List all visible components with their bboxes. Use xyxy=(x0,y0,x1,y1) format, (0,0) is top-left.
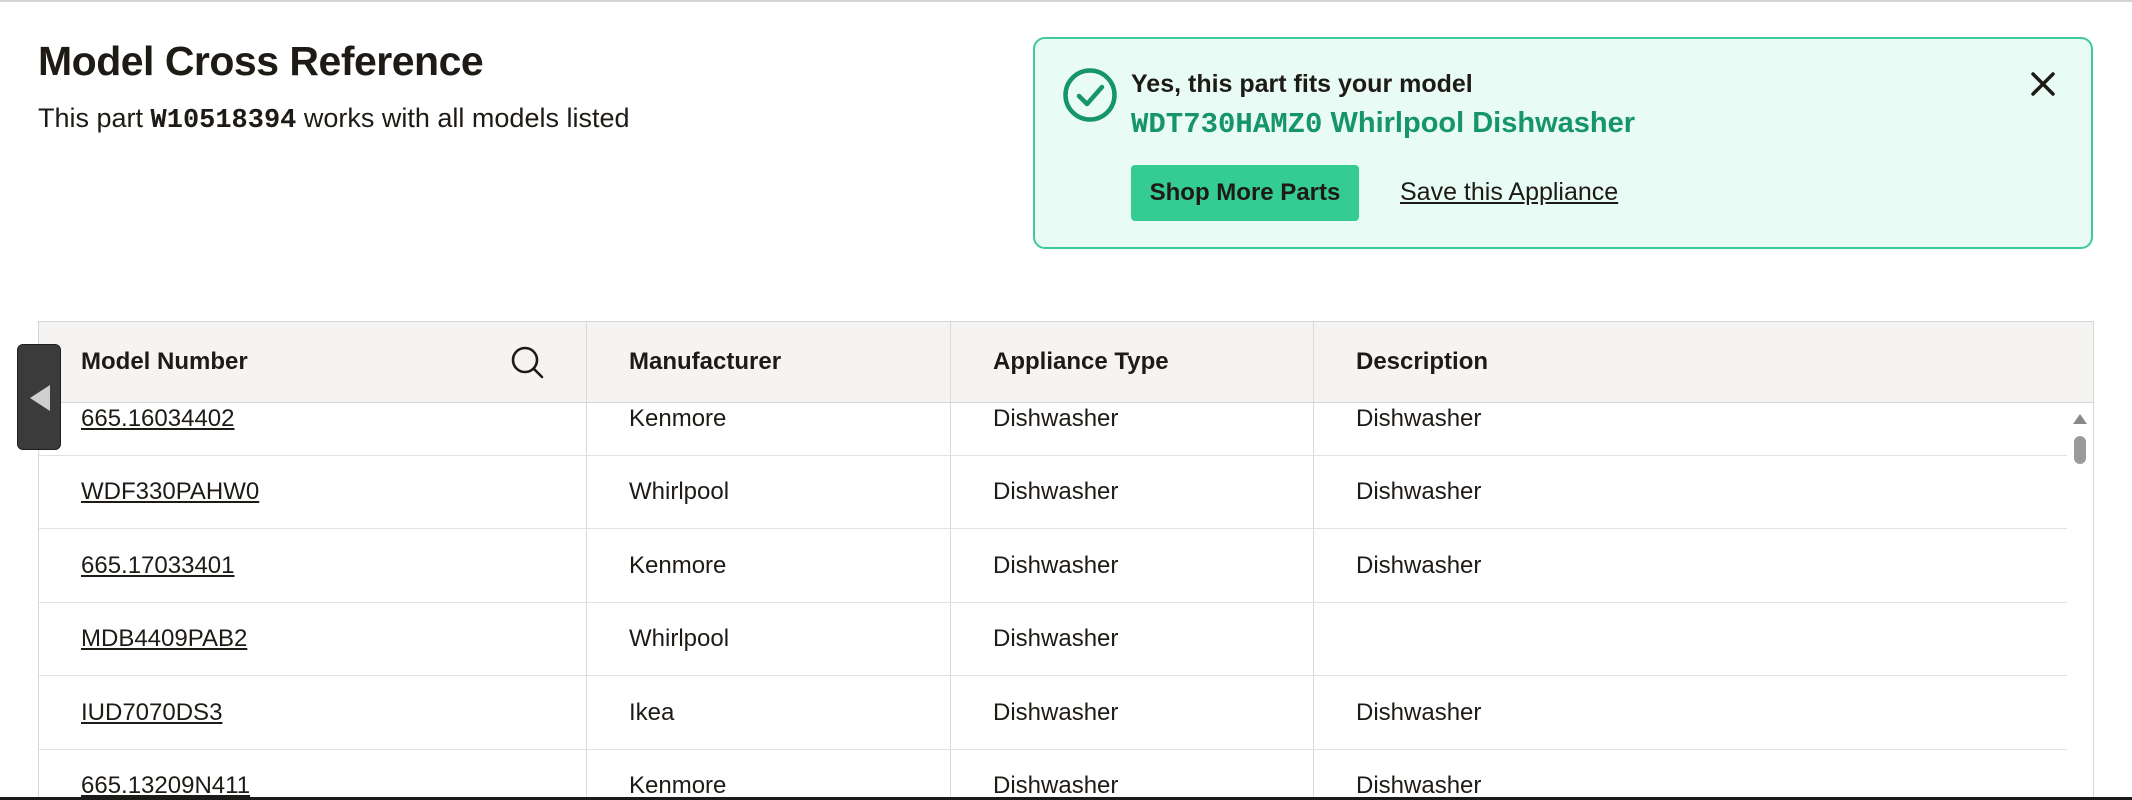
model-number-link[interactable]: 665.16034402 xyxy=(81,382,235,455)
appliance-type-cell: Dishwasher xyxy=(993,772,1119,799)
page-title: Model Cross Reference xyxy=(38,38,484,84)
model-number-link[interactable]: WDF330PAHW0 xyxy=(81,455,259,528)
manufacturer-cell: Whirlpool xyxy=(629,478,730,505)
fit-model-description: Whirlpool Dishwasher xyxy=(1330,107,1636,139)
check-circle-icon xyxy=(1063,68,1117,122)
description-cell: Dishwasher xyxy=(1356,478,1482,505)
manufacturer-cell: Whirlpool xyxy=(629,625,730,652)
fit-confirmation-panel: Yes, this part fits your model WDT730HAM… xyxy=(1033,37,2093,249)
appliance-type-cell: Dishwasher xyxy=(993,699,1119,726)
manufacturer-cell: Kenmore xyxy=(629,772,727,799)
description-cell: Dishwasher xyxy=(1356,405,1482,432)
page-subtitle: This part W10518394 works with all model… xyxy=(38,103,630,136)
description-cell: Dishwasher xyxy=(1356,699,1482,726)
appliance-type-cell: Dishwasher xyxy=(993,405,1119,432)
part-number: W10518394 xyxy=(150,106,297,136)
subtitle-prefix: This part xyxy=(38,103,151,133)
fit-model: WDT730HAMZ0 Whirlpool Dishwasher xyxy=(1131,107,1635,141)
manufacturer-cell: Kenmore xyxy=(629,552,727,579)
top-divider xyxy=(0,0,2132,2)
fit-model-number: WDT730HAMZ0 xyxy=(1131,108,1323,141)
appliance-type-cell: Dishwasher xyxy=(993,552,1119,579)
search-icon[interactable] xyxy=(509,344,545,380)
scroll-up-arrow-icon[interactable] xyxy=(2073,414,2087,424)
manufacturer-cell: Kenmore xyxy=(629,405,727,432)
table-row: WDF330PAHW0 Whirlpool Dishwasher Dishwas… xyxy=(39,455,2067,529)
fit-heading: Yes, this part fits your model xyxy=(1131,70,1473,98)
shop-more-parts-button[interactable]: Shop More Parts xyxy=(1131,165,1359,221)
model-number-link[interactable]: MDB4409PAB2 xyxy=(81,602,247,675)
appliance-type-cell: Dishwasher xyxy=(993,625,1119,652)
appliance-type-cell: Dishwasher xyxy=(993,478,1119,505)
close-icon[interactable] xyxy=(2028,69,2058,99)
model-number-link[interactable]: IUD7070DS3 xyxy=(81,676,222,749)
chevron-left-icon xyxy=(30,385,50,411)
scrollbar-thumb[interactable] xyxy=(2074,436,2086,464)
description-cell: Dishwasher xyxy=(1356,772,1482,799)
table-body: 665.16034402 Kenmore Dishwasher Dishwash… xyxy=(39,402,2067,800)
model-number-link[interactable]: 665.17033401 xyxy=(81,529,235,602)
table-row: 665.17033401 Kenmore Dishwasher Dishwash… xyxy=(39,529,2067,603)
description-cell: Dishwasher xyxy=(1356,552,1482,579)
subtitle-suffix: works with all models listed xyxy=(296,103,630,133)
model-number-link[interactable]: 665.13209N411 xyxy=(81,749,250,800)
cross-reference-table: Model Number Manufacturer Appliance Type… xyxy=(38,321,2094,800)
table-row: 665.16034402 Kenmore Dishwasher Dishwash… xyxy=(39,382,2067,456)
table-row: IUD7070DS3 Ikea Dishwasher Dishwasher xyxy=(39,676,2067,750)
manufacturer-cell: Ikea xyxy=(629,699,675,726)
table-row: MDB4409PAB2 Whirlpool Dishwasher xyxy=(39,602,2067,676)
side-panel-toggle[interactable] xyxy=(17,344,61,450)
table-scrollbar[interactable] xyxy=(2067,402,2093,800)
save-appliance-link[interactable]: Save this Appliance xyxy=(1400,178,1618,207)
table-row: 665.13209N411 Kenmore Dishwasher Dishwas… xyxy=(39,749,2067,800)
